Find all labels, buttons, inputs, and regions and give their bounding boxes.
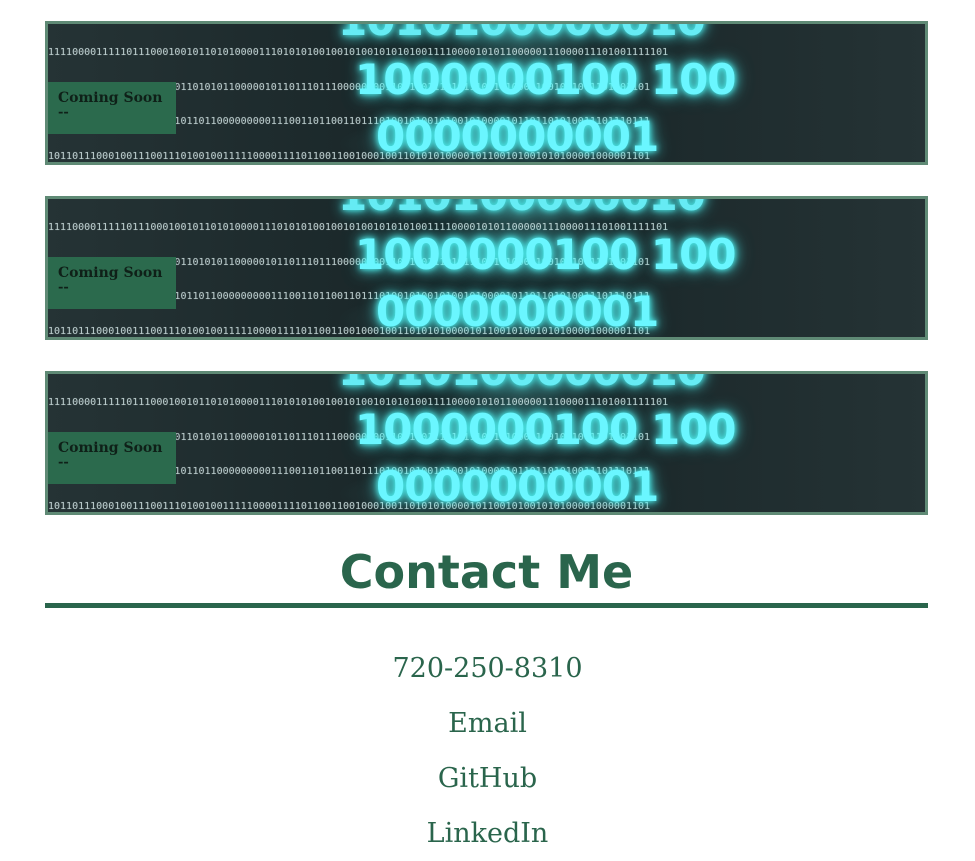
contact-title: Contact Me [339,545,634,599]
coming-soon-label: Coming Soon [58,265,163,281]
binary-row: 1000001111001110100000110101011000001011… [48,256,651,268]
project-card[interactable]: 1111000011111011100010010110101000011101… [45,196,928,340]
binary-code-background-text: 1111000011111011100010010110101000011101… [48,199,925,337]
binary-row: 1111000011111011100010010110101000011101… [48,47,669,58]
coming-soon-label: Coming Soon [58,440,163,456]
coming-soon-label: Coming Soon [58,90,163,106]
contact-links: 720-250-8310 Email GitHub LinkedIn [0,641,975,861]
email-link[interactable]: Email [0,696,975,751]
binary-row: 1111000011111011100010010110101000011101… [48,397,669,408]
binary-code-background-text: 1111000011111011100010010110101000011101… [48,24,925,162]
binary-row: 0011101100100111010011011011000000000111… [48,291,651,302]
contact-divider [45,603,928,608]
binary-row: 1111000011111011100010010110101000011101… [48,222,669,233]
binary-row: 1011011100010011100111010010011111000011… [48,325,651,337]
project-card[interactable]: 1111000011111011100010010110101000011101… [45,371,928,515]
binary-row: 1011011100010011100111010010011111000011… [48,150,651,162]
coming-soon-badge: Coming Soon -- [48,432,176,484]
github-link[interactable]: GitHub [0,751,975,806]
coming-soon-subtitle: -- [58,280,69,295]
coming-soon-subtitle: -- [58,105,69,120]
binary-row: 1011011100010011100111010010011111000011… [48,500,651,512]
binary-row: 1000001111001110100000110101011000001011… [48,431,651,443]
binary-row: 0011101100100111010011011011000000000111… [48,116,651,127]
linkedin-link[interactable]: LinkedIn [0,806,975,861]
binary-row: 0011101100100111010011011011000000000111… [48,466,651,477]
project-card[interactable]: 1111000011111011100010010110101000011101… [45,21,928,165]
coming-soon-badge: Coming Soon -- [48,257,176,309]
coming-soon-badge: Coming Soon -- [48,82,176,134]
phone-link[interactable]: 720-250-8310 [0,641,975,696]
binary-row: 1000001111001110100000110101011000001011… [48,81,651,93]
coming-soon-subtitle: -- [58,455,69,470]
binary-code-background-text: 1111000011111011100010010110101000011101… [48,374,925,512]
